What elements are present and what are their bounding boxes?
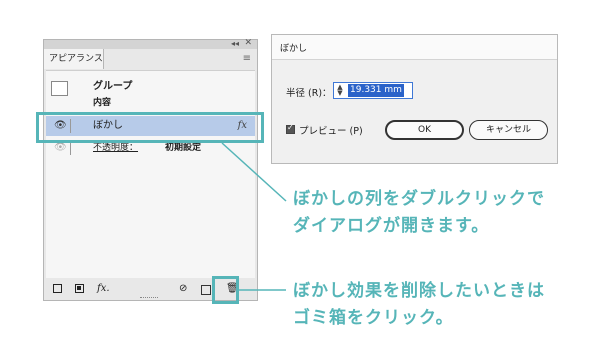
annotation-trash: ぼかし効果を削除したいときは ゴミ箱をクリック。: [293, 278, 545, 332]
radius-value[interactable]: 19.331 mm: [348, 84, 404, 97]
dialog-titlebar[interactable]: ぼかし: [272, 35, 557, 60]
dialog-title: ぼかし: [280, 44, 308, 54]
ok-button[interactable]: OK: [385, 120, 464, 140]
cancel-button[interactable]: キャンセル: [469, 120, 548, 140]
annotation-line: ゴミ箱をクリック。: [293, 308, 454, 328]
preview-label[interactable]: プレビュー (P): [299, 123, 363, 137]
blur-dialog: ぼかし 半径 (R)： ▲▼ 19.331 mm プレビュー (P) OK キャ…: [271, 34, 558, 164]
annotation-line: ダイアログが開きます。: [293, 216, 490, 236]
preview-checkbox[interactable]: [286, 123, 295, 134]
radius-label: 半径 (R)：: [286, 88, 332, 99]
spinner-icon[interactable]: ▲ ▼: [336, 84, 344, 97]
annotation-line: ぼかし効果を削除したいときは: [293, 281, 545, 301]
annotation-line: ぼかしの列をダブルクリックで: [293, 189, 545, 209]
radius-input[interactable]: ▲ ▼ 19.331 mm: [333, 82, 413, 99]
annotation-double-click: ぼかしの列をダブルクリックで ダイアログが開きます。: [293, 186, 545, 240]
